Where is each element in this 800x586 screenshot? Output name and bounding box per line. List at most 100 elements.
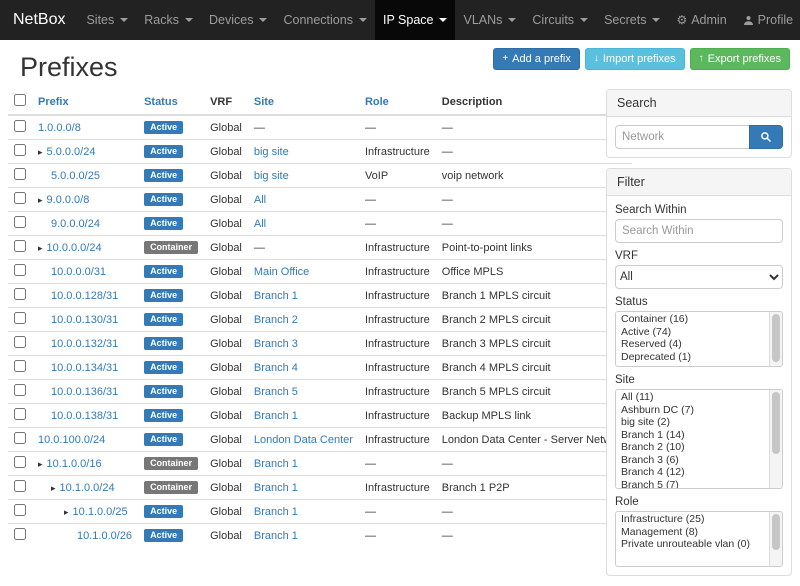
column-header-site[interactable]: Site [248, 89, 359, 115]
listbox-option[interactable]: Private unrouteable vlan (0) [617, 538, 768, 551]
add-prefix-button[interactable]: + Add a prefix [493, 48, 580, 70]
nav-connections[interactable]: Connections [275, 0, 375, 40]
listbox-option[interactable]: Deprecated (1) [617, 351, 768, 364]
prefix-link[interactable]: 5.0.0.0/24 [47, 146, 96, 158]
site-link[interactable]: Branch 1 [254, 482, 298, 494]
prefix-link[interactable]: 1.0.0.0/8 [38, 122, 81, 134]
prefix-link[interactable]: 10.0.0.0/31 [51, 266, 106, 278]
row-checkbox[interactable] [14, 192, 26, 204]
nav-profile[interactable]: Profile [735, 0, 800, 40]
vrf-select[interactable]: All [615, 265, 783, 289]
listbox-option[interactable]: Reserved (4) [617, 338, 768, 351]
site-link[interactable]: Branch 1 [254, 410, 298, 422]
site-link[interactable]: Branch 1 [254, 506, 298, 518]
prefix-link[interactable]: 10.1.0.0/25 [73, 506, 128, 518]
nav-ip-space[interactable]: IP Space [375, 0, 456, 40]
prefix-link[interactable]: 10.0.0.132/31 [51, 338, 118, 350]
select-all-checkbox[interactable] [14, 94, 26, 106]
prefix-link[interactable]: 10.0.0.128/31 [51, 290, 118, 302]
prefix-link[interactable]: 10.0.0.0/24 [47, 242, 102, 254]
site-link[interactable]: big site [254, 170, 289, 182]
site-link[interactable]: All [254, 194, 266, 206]
prefix-link[interactable]: 9.0.0.0/8 [47, 194, 90, 206]
row-checkbox[interactable] [14, 264, 26, 276]
listbox-option[interactable]: Ashburn DC (7) [617, 404, 768, 417]
column-header-role[interactable]: Role [359, 89, 436, 115]
search-within-input[interactable] [615, 219, 783, 243]
row-checkbox[interactable] [14, 432, 26, 444]
listbox-option[interactable]: big site (2) [617, 416, 768, 429]
nav-devices[interactable]: Devices [201, 0, 275, 40]
site-link[interactable]: London Data Center [254, 434, 353, 446]
site-link[interactable]: Branch 1 [254, 530, 298, 542]
export-prefixes-button[interactable]: ↑ Export prefixes [690, 48, 790, 70]
scrollbar-thumb[interactable] [772, 514, 780, 550]
row-checkbox[interactable] [14, 408, 26, 420]
listbox-option[interactable]: All (11) [617, 391, 768, 404]
column-header-prefix[interactable]: Prefix [32, 89, 138, 115]
listbox-option[interactable]: Management (8) [617, 526, 768, 539]
site-link[interactable]: Branch 1 [254, 290, 298, 302]
site-link[interactable]: Branch 1 [254, 458, 298, 470]
site-link[interactable]: All [254, 218, 266, 230]
listbox-option[interactable]: Branch 1 (14) [617, 429, 768, 442]
row-checkbox[interactable] [14, 528, 26, 540]
row-checkbox[interactable] [14, 480, 26, 492]
site-link[interactable]: Branch 2 [254, 314, 298, 326]
row-checkbox[interactable] [14, 336, 26, 348]
row-checkbox[interactable] [14, 120, 26, 132]
nav-admin[interactable]: ⚙ Admin [668, 0, 734, 40]
prefix-link[interactable]: 10.0.0.138/31 [51, 410, 118, 422]
row-checkbox-cell [8, 380, 32, 404]
prefix-link[interactable]: 9.0.0.0/24 [51, 218, 100, 230]
row-checkbox[interactable] [14, 216, 26, 228]
nav-sites[interactable]: Sites [78, 0, 136, 40]
prefix-link[interactable]: 5.0.0.0/25 [51, 170, 100, 182]
row-checkbox[interactable] [14, 360, 26, 372]
site-link[interactable]: Branch 5 [254, 386, 298, 398]
listbox-option[interactable]: Active (74) [617, 326, 768, 339]
row-checkbox[interactable] [14, 384, 26, 396]
listbox-option[interactable]: Branch 5 (7) [617, 479, 768, 490]
listbox-option[interactable]: Container (16) [617, 313, 768, 326]
listbox-option[interactable]: Branch 4 (12) [617, 466, 768, 479]
import-prefixes-button[interactable]: ↓ Import prefixes [585, 48, 685, 70]
row-checkbox[interactable] [14, 456, 26, 468]
prefix-link[interactable]: 10.0.0.130/31 [51, 314, 118, 326]
row-checkbox[interactable] [14, 168, 26, 180]
column-header-status[interactable]: Status [138, 89, 204, 115]
nav-vlans[interactable]: VLANs [455, 0, 524, 40]
status-listbox[interactable]: Container (16)Active (74)Reserved (4)Dep… [615, 311, 783, 367]
site-listbox[interactable]: All (11)Ashburn DC (7)big site (2)Branch… [615, 389, 783, 489]
prefix-link[interactable]: 10.0.0.134/31 [51, 362, 118, 374]
site-link[interactable]: Branch 3 [254, 338, 298, 350]
listbox-option[interactable]: Branch 3 (6) [617, 454, 768, 467]
status-scrollbar[interactable] [769, 312, 782, 366]
prefix-link[interactable]: 10.0.100.0/24 [38, 434, 105, 446]
site-link[interactable]: Branch 4 [254, 362, 298, 374]
scrollbar-thumb[interactable] [772, 314, 780, 362]
prefix-link[interactable]: 10.1.0.0/26 [77, 530, 132, 542]
site-link[interactable]: big site [254, 146, 289, 158]
prefix-link[interactable]: 10.1.0.0/24 [60, 482, 115, 494]
search-button[interactable] [749, 125, 783, 149]
role-listbox[interactable]: Infrastructure (25)Management (8)Private… [615, 511, 783, 567]
row-checkbox[interactable] [14, 144, 26, 156]
app-brand[interactable]: NetBox [0, 0, 78, 40]
nav-secrets[interactable]: Secrets [596, 0, 668, 40]
row-checkbox[interactable] [14, 312, 26, 324]
row-checkbox[interactable] [14, 240, 26, 252]
site-scrollbar[interactable] [769, 390, 782, 488]
row-checkbox[interactable] [14, 288, 26, 300]
search-input[interactable] [615, 125, 749, 149]
listbox-option[interactable]: Branch 2 (10) [617, 441, 768, 454]
nav-circuits[interactable]: Circuits [524, 0, 596, 40]
prefix-link[interactable]: 10.0.0.136/31 [51, 386, 118, 398]
scrollbar-thumb[interactable] [772, 392, 780, 454]
listbox-option[interactable]: Infrastructure (25) [617, 513, 768, 526]
prefix-link[interactable]: 10.1.0.0/16 [47, 458, 102, 470]
role-scrollbar[interactable] [769, 512, 782, 566]
site-link[interactable]: Main Office [254, 266, 309, 278]
row-checkbox[interactable] [14, 504, 26, 516]
nav-racks[interactable]: Racks [136, 0, 201, 40]
